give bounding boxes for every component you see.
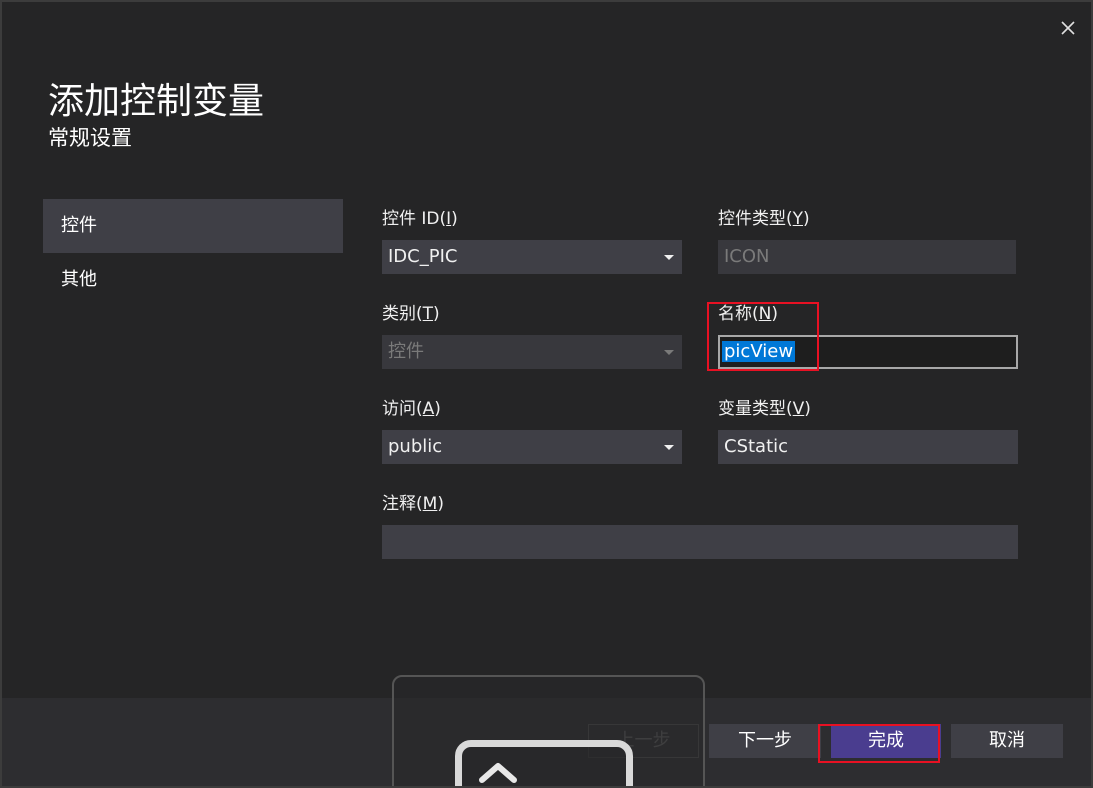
comment-input[interactable] (382, 525, 1018, 559)
cancel-button[interactable]: 取消 (951, 724, 1063, 758)
control-id-value: IDC_PIC (388, 246, 458, 267)
next-button[interactable]: 下一步 (709, 724, 821, 758)
category-value: 控件 (388, 341, 424, 362)
close-icon[interactable] (1054, 14, 1082, 42)
chevron-down-icon (664, 350, 674, 355)
category-label: 类别(T) (382, 304, 440, 324)
nav-item-controls[interactable]: 控件 (43, 199, 343, 253)
comment-label: 注释(M) (382, 494, 444, 514)
access-select[interactable]: public (382, 430, 682, 464)
previous-button: 上一步 (588, 724, 699, 758)
chevron-down-icon (664, 255, 674, 260)
var-type-input[interactable]: CStatic (718, 430, 1018, 464)
var-type-value: CStatic (724, 436, 789, 457)
name-input[interactable]: picView (718, 335, 1018, 369)
add-control-variable-dialog: 添加控制变量 常规设置 控件 其他 控件 ID(I) IDC_PIC 控件类型(… (0, 0, 1093, 788)
control-type-label: 控件类型(Y) (718, 209, 810, 229)
category-select: 控件 (382, 335, 682, 369)
name-label: 名称(N) (718, 304, 778, 324)
control-id-select[interactable]: IDC_PIC (382, 240, 682, 274)
var-type-label: 变量类型(V) (718, 399, 811, 419)
dialog-title: 添加控制变量 (48, 81, 265, 122)
control-type-field: ICON (718, 240, 1016, 274)
name-input-value: picView (722, 341, 796, 362)
control-id-label: 控件 ID(I) (382, 209, 458, 229)
dialog-subtitle: 常规设置 (48, 126, 132, 150)
access-label: 访问(A) (382, 399, 441, 419)
control-type-value: ICON (724, 246, 770, 267)
nav-item-other[interactable]: 其他 (43, 253, 343, 307)
finish-button[interactable]: 完成 (831, 724, 941, 758)
chevron-down-icon (664, 445, 674, 450)
access-value: public (388, 436, 443, 457)
